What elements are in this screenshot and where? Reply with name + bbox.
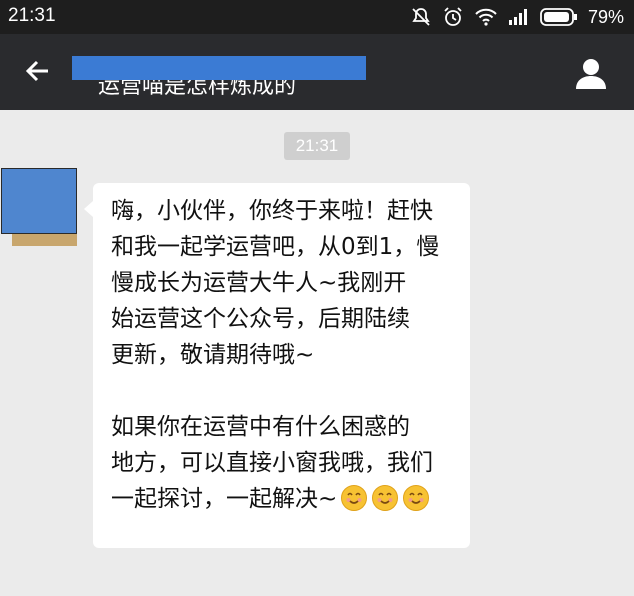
message-line: 地方，可以直接小窗我哦，我们 [111, 450, 433, 476]
battery-percent: 79% [587, 6, 624, 27]
smiley-emoji-icon [372, 485, 399, 511]
status-time: 21:31 [8, 5, 56, 26]
battery-icon [540, 8, 577, 26]
message-line: 始运营这个公众号，后期陆续 [111, 306, 410, 332]
message-line: 一起探讨，一起解决~ [111, 486, 338, 512]
message-line: 和我一起学运营吧，从0到1，慢 [111, 234, 440, 260]
status-icons: 79% [410, 6, 624, 28]
alarm-icon [444, 7, 462, 26]
profile-icon[interactable] [574, 56, 608, 90]
wifi-icon [475, 8, 497, 26]
smiley-emoji-icon [403, 485, 430, 511]
app-bar: 运营喵是怎样炼成的 [0, 34, 634, 110]
message-line: 如果你在运营中有什么困惑的 [111, 414, 410, 440]
chat-title-area: 运营喵是怎样炼成的 [72, 56, 366, 96]
message-timestamp: 21:31 [284, 132, 350, 160]
message-paragraph-2: 如果你在运营中有什么困惑的 地方，可以直接小窗我哦，我们 一起探讨，一起解决~ [111, 409, 460, 517]
avatar[interactable] [1, 168, 77, 246]
avatar-redaction [1, 168, 77, 234]
message-line: 慢成长为运营大牛人~我刚开 [111, 270, 407, 296]
smiley-emoji-icon [341, 485, 368, 511]
title-redaction [72, 56, 366, 80]
message-line: 更新，敬请期待哦~ [111, 342, 315, 368]
message-paragraph-1: 嗨，小伙伴，你终于来啦！赶快 和我一起学运营吧，从0到1，慢 慢成长为运营大牛人… [111, 193, 460, 373]
emoji-group [337, 485, 430, 512]
status-bar: 21:31 79% [0, 0, 634, 34]
signal-icon [508, 9, 527, 25]
back-arrow-icon[interactable] [24, 57, 52, 85]
do-not-disturb-icon [412, 8, 430, 26]
message-bubble[interactable]: 嗨，小伙伴，你终于来啦！赶快 和我一起学运营吧，从0到1，慢 慢成长为运营大牛人… [84, 183, 470, 548]
message-line: 嗨，小伙伴，你终于来啦！赶快 [111, 198, 433, 224]
